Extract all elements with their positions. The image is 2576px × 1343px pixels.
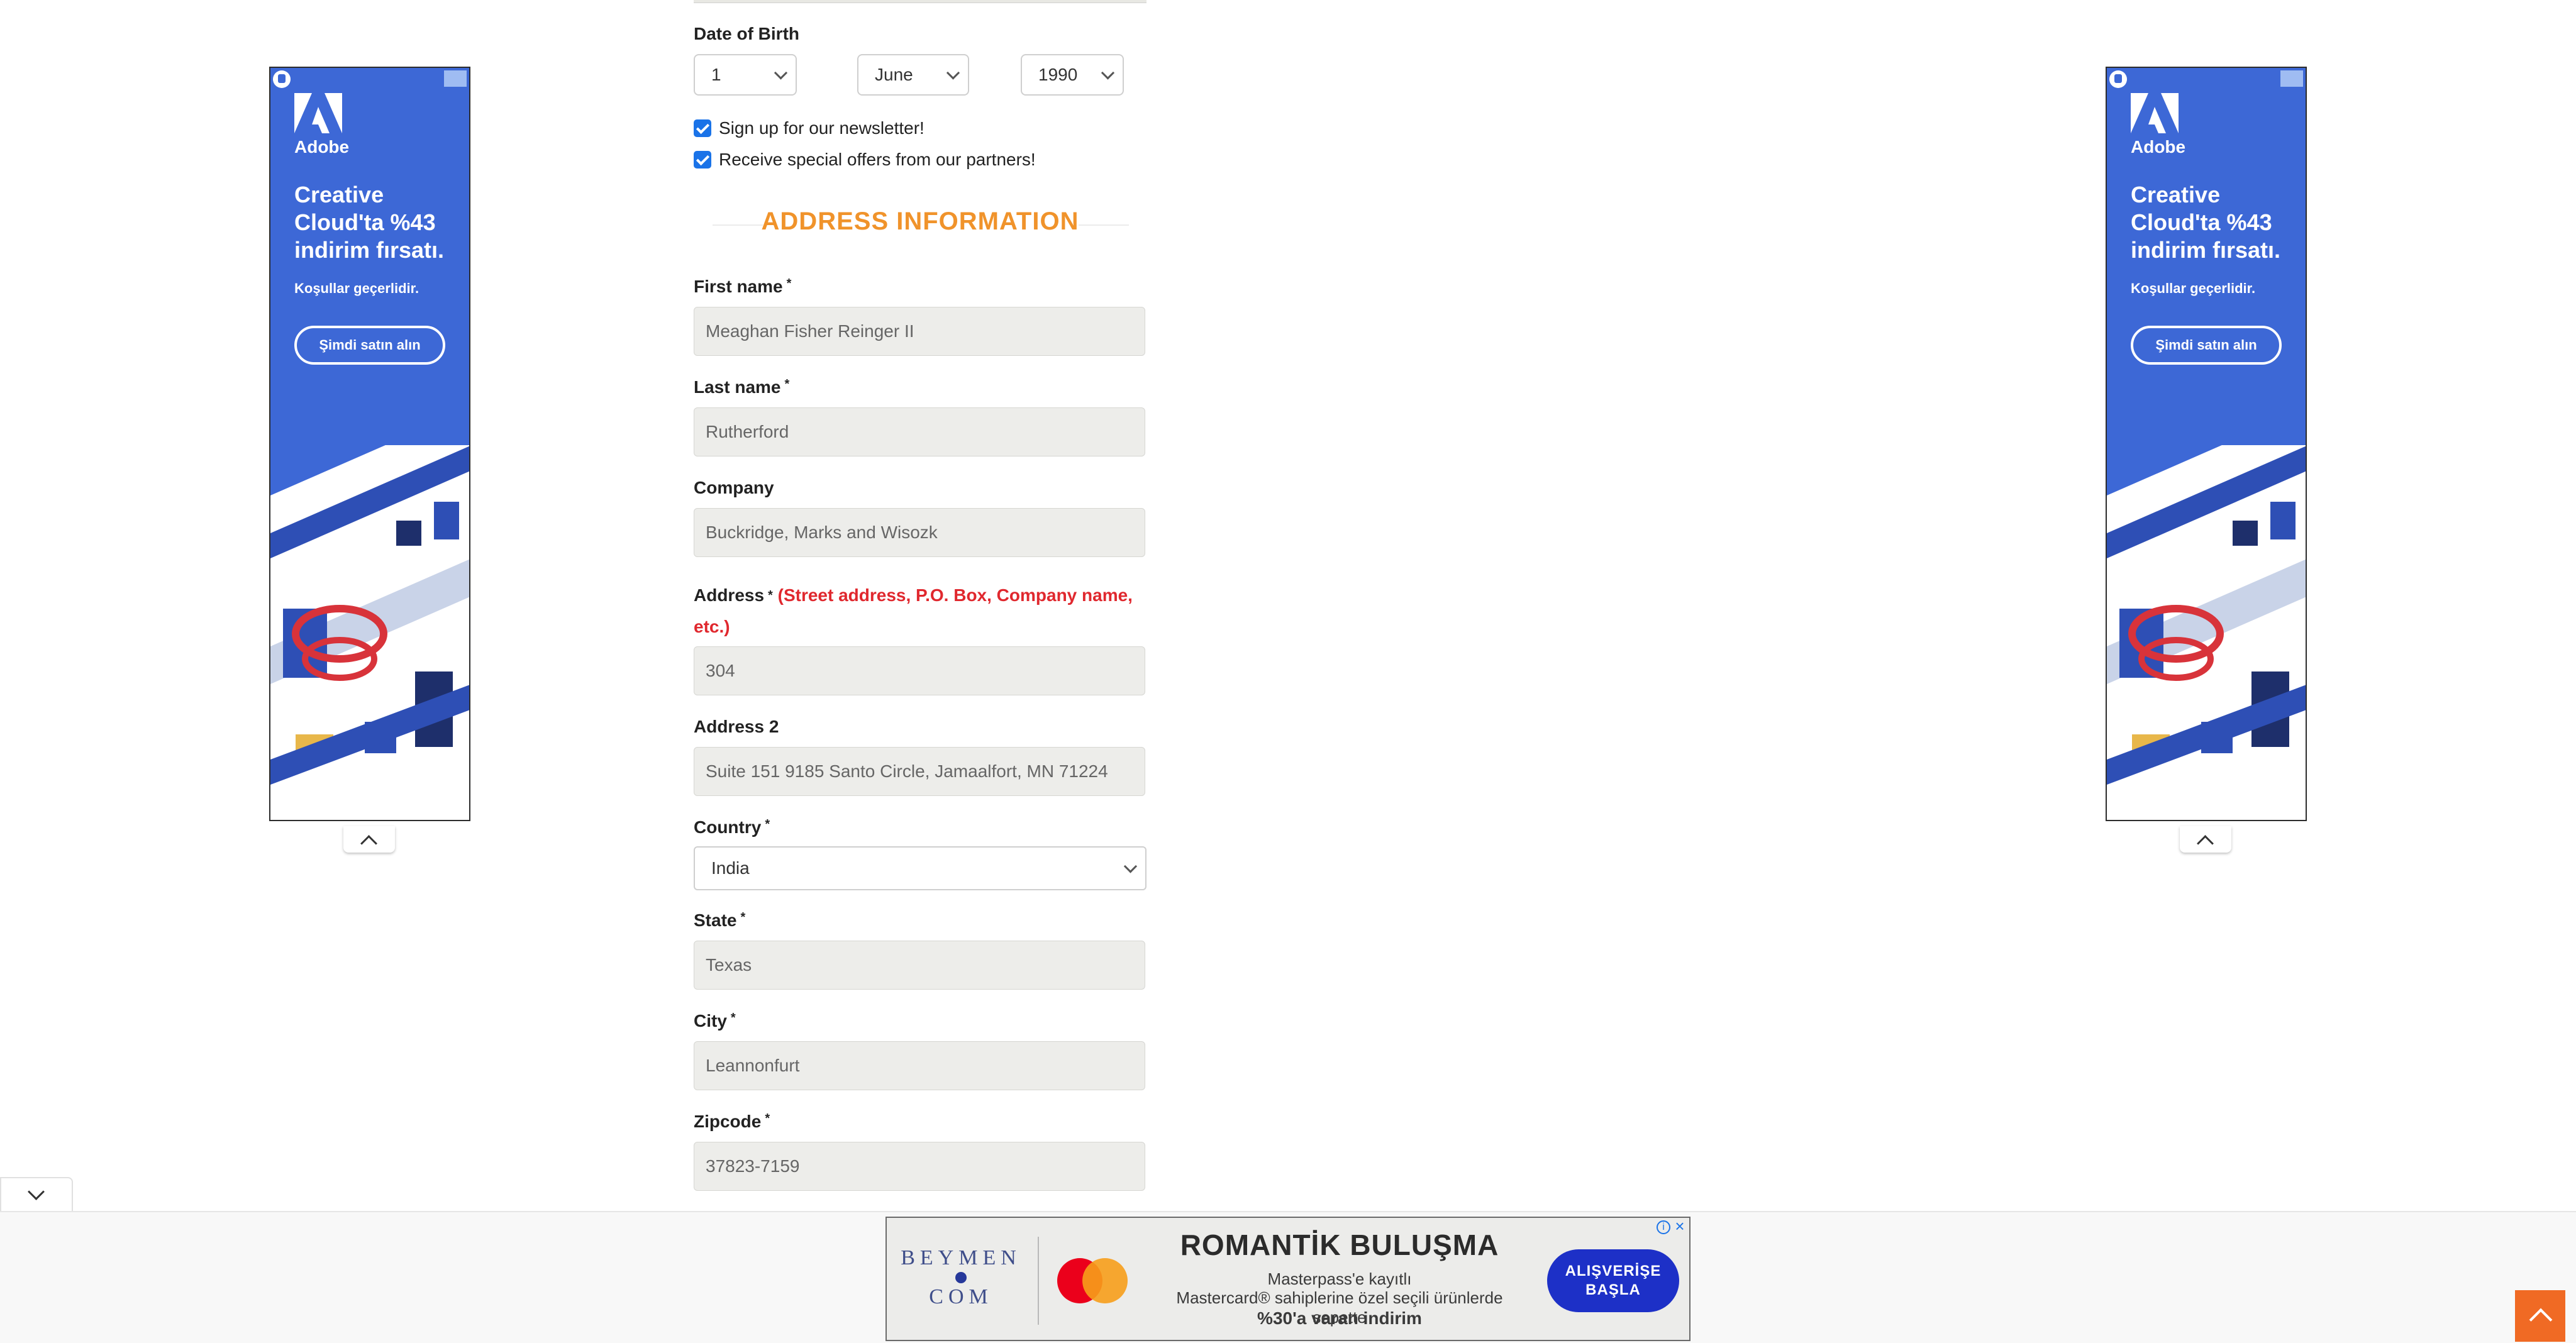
adobe-logo-icon	[294, 93, 342, 133]
cta-line2: BAŞLA	[1585, 1281, 1641, 1298]
banner-headline: ROMANTİK BULUŞMA	[1180, 1229, 1499, 1261]
adobe-logo-icon	[2131, 93, 2179, 133]
ad-brand: Adobe	[2131, 137, 2186, 157]
section-title: ADDRESS INFORMATION	[761, 207, 1079, 235]
close-icon[interactable]: ×	[1673, 1218, 1687, 1234]
required-marker: *	[768, 589, 773, 602]
ad-cta-button[interactable]: Şimdi satın alın	[2131, 326, 2282, 365]
dob-month-select[interactable]: June	[857, 54, 969, 96]
city-label: City *	[694, 1011, 736, 1031]
banner-divider	[1038, 1237, 1039, 1325]
required-marker: *	[740, 910, 746, 924]
ad-subtext: Koşullar geçerlidir.	[294, 280, 419, 296]
last-name-input[interactable]: Rutherford	[694, 407, 1145, 456]
required-marker: *	[784, 377, 790, 391]
zipcode-label: Zipcode *	[694, 1112, 770, 1132]
ad-subtext: Koşullar geçerlidir.	[2131, 280, 2256, 296]
company-input[interactable]: Buckridge, Marks and Wisozk	[694, 508, 1145, 557]
address-section-heading: ADDRESS INFORMATION	[694, 207, 1146, 239]
brand-dot-icon	[955, 1272, 967, 1283]
chevron-down-icon	[946, 66, 960, 80]
state-label: State *	[694, 910, 745, 931]
address-label-text: Address	[694, 585, 765, 605]
ad-headline: Creative Cloud'ta %43 indirim fırsatı.	[2131, 182, 2281, 263]
dob-year-value: 1990	[1038, 65, 1078, 84]
chevron-down-icon	[1123, 859, 1138, 873]
last-name-label-text: Last name	[694, 377, 781, 397]
chevron-up-icon	[2529, 1308, 2553, 1332]
ad-illustration	[270, 445, 469, 820]
ad-headline: Creative Cloud'ta %43 indirim fırsatı.	[294, 182, 445, 263]
country-select[interactable]: India	[694, 846, 1146, 890]
brand-line2: COM	[929, 1285, 993, 1308]
adchoices-icon[interactable]	[273, 70, 291, 88]
partners-checkbox[interactable]	[694, 151, 711, 169]
chevron-down-icon	[1101, 66, 1115, 80]
newsletter-label: Sign up for our newsletter!	[719, 118, 924, 138]
dob-label: Date of Birth	[694, 24, 799, 43]
banner-cta-button[interactable]: ALIŞVERİŞE BAŞLA	[1547, 1249, 1679, 1312]
newsletter-checkbox[interactable]	[694, 119, 711, 137]
state-label-text: State	[694, 910, 737, 930]
chevron-down-icon	[28, 1183, 45, 1200]
bottom-ad-toggle[interactable]	[0, 1177, 73, 1213]
brand-line1: BEYMEN	[901, 1246, 1021, 1269]
first-name-label: First name *	[694, 277, 791, 297]
zipcode-input[interactable]: 37823-7159	[694, 1142, 1145, 1191]
country-label: Country *	[694, 817, 770, 837]
state-input[interactable]: Texas	[694, 941, 1145, 990]
banner-line3: %30'a varan indirim	[1257, 1308, 1422, 1328]
right-ad-collapse-tab[interactable]	[2180, 826, 2231, 853]
dob-year-select[interactable]: 1990	[1021, 54, 1124, 96]
country-label-text: Country	[694, 817, 762, 837]
left-ad-collapse-tab[interactable]	[343, 826, 395, 853]
address-note-line1: (Street address, P.O. Box, Company name,	[777, 585, 1133, 605]
required-marker: *	[730, 1011, 736, 1025]
cta-line1: ALIŞVERİŞE	[1565, 1263, 1662, 1279]
right-side-ad[interactable]: Adobe Creative Cloud'ta %43 indirim fırs…	[2106, 67, 2307, 821]
scroll-to-top-button[interactable]	[2515, 1290, 2565, 1342]
country-value: India	[711, 858, 750, 878]
zipcode-label-text: Zipcode	[694, 1112, 762, 1131]
ad-info-badge-icon[interactable]	[2280, 70, 2303, 87]
ad-cta-button[interactable]: Şimdi satın alın	[294, 326, 445, 365]
left-side-ad[interactable]: Adobe Creative Cloud'ta %43 indirim fırs…	[269, 67, 470, 821]
mastercard-logo-icon	[1057, 1258, 1128, 1303]
required-marker: *	[786, 277, 792, 290]
dob-day-value: 1	[711, 65, 721, 84]
banner-line1: Masterpass'e kayıtlı	[1267, 1269, 1412, 1288]
beymen-logo: BEYMEN COM	[898, 1246, 1024, 1310]
ad-info-badge-icon[interactable]	[444, 70, 467, 87]
ad-brand: Adobe	[294, 137, 350, 157]
ad-illustration	[2107, 445, 2306, 820]
required-marker: *	[765, 817, 770, 831]
previous-field-edge	[694, 0, 1146, 3]
bottom-banner-ad[interactable]: BEYMEN COM ROMANTİK BULUŞMA Masterpass'e…	[886, 1217, 1690, 1341]
dob-day-select[interactable]: 1	[694, 54, 797, 96]
address-label: Address * (Street address, P.O. Box, Comp…	[694, 580, 1146, 643]
address-input[interactable]: 304	[694, 646, 1145, 695]
info-icon[interactable]: i	[1657, 1220, 1670, 1234]
address2-label: Address 2	[694, 717, 779, 736]
city-input[interactable]: Leannonfurt	[694, 1041, 1145, 1090]
chevron-up-icon	[2197, 835, 2214, 852]
address-note-line2: etc.)	[694, 617, 730, 636]
first-name-input[interactable]: Meaghan Fisher Reinger II	[694, 307, 1145, 356]
required-marker: *	[765, 1112, 770, 1125]
partners-label: Receive special offers from our partners…	[719, 150, 1036, 169]
address2-input[interactable]: Suite 151 9185 Santo Circle, Jamaalfort,…	[694, 747, 1145, 796]
last-name-label: Last name *	[694, 377, 789, 397]
chevron-up-icon	[360, 835, 377, 852]
first-name-label-text: First name	[694, 277, 783, 296]
dob-month-value: June	[875, 65, 913, 84]
chevron-down-icon	[774, 66, 788, 80]
city-label-text: City	[694, 1011, 727, 1031]
adchoices-icon[interactable]	[2109, 70, 2127, 88]
company-label: Company	[694, 478, 774, 497]
